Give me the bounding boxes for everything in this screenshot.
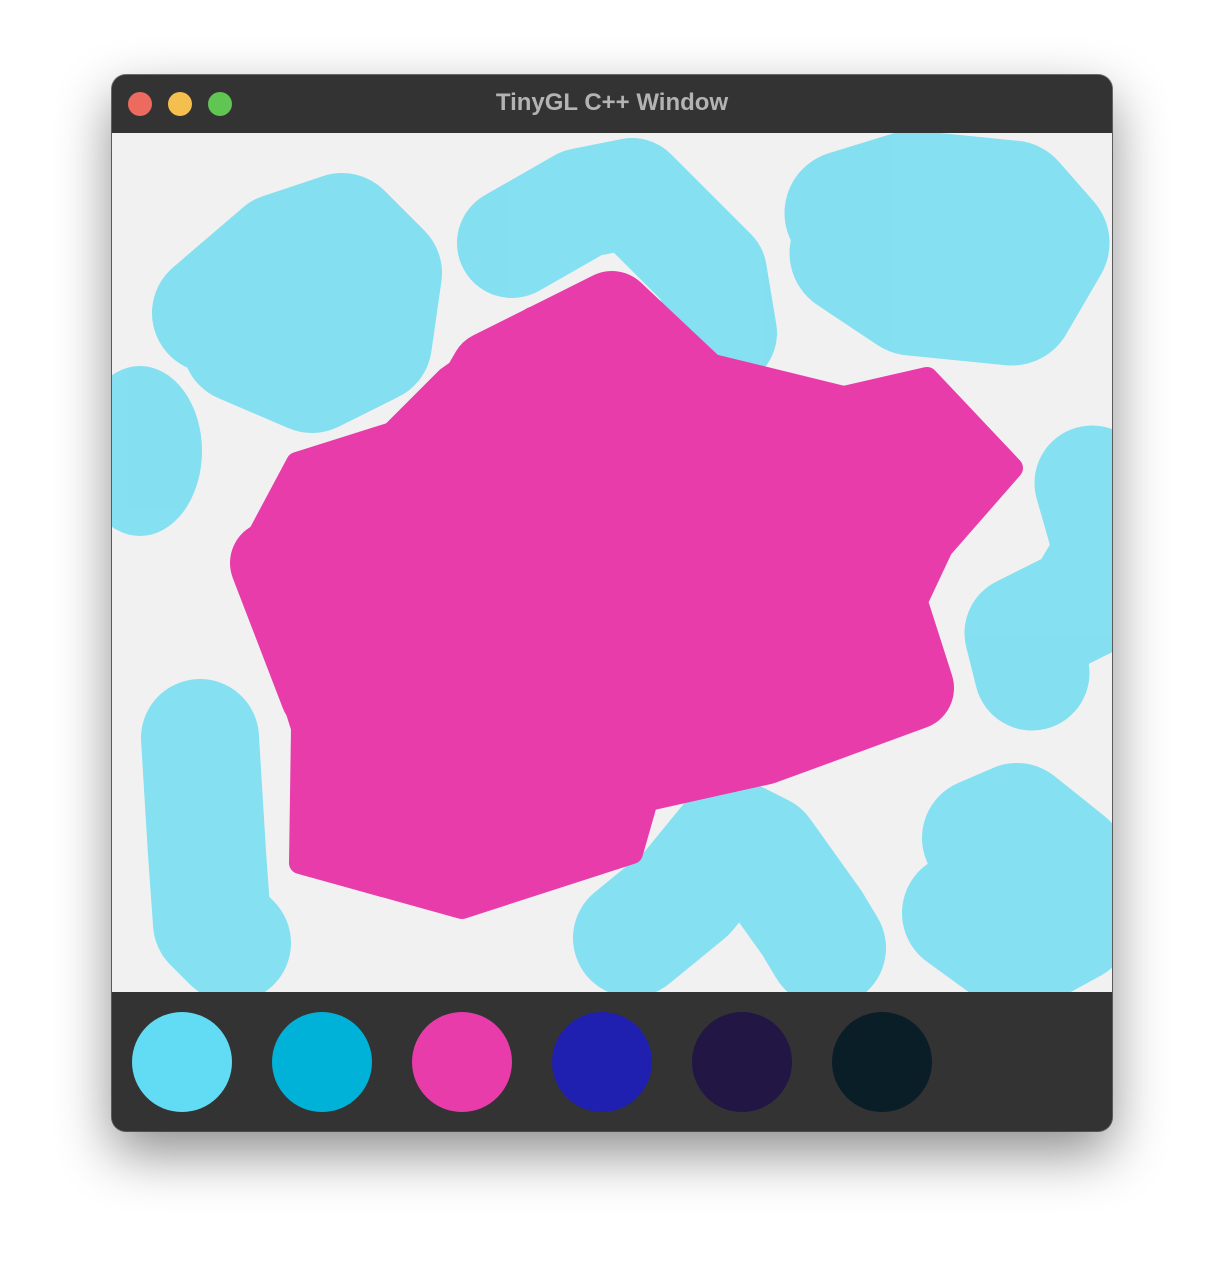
swatch-dark-purple[interactable] xyxy=(692,1012,792,1112)
cyan-stroke-bottom-middle xyxy=(573,779,886,992)
window-title: TinyGL C++ Window xyxy=(495,89,729,116)
cyan-stroke-bottom-right xyxy=(902,763,1112,992)
cyan-blob-top-left xyxy=(187,203,437,393)
title-bar[interactable]: TinyGL C++ Window xyxy=(112,75,1112,132)
color-palette xyxy=(112,992,1112,1131)
cyan-stroke-top-right xyxy=(784,133,1110,366)
cyan-stroke-bottom-left xyxy=(141,679,291,992)
canvas-drawing xyxy=(112,133,1112,992)
swatch-magenta[interactable] xyxy=(412,1012,512,1112)
swatch-light-cyan[interactable] xyxy=(132,1012,232,1112)
app-window: TinyGL C++ Window xyxy=(112,75,1112,1131)
swatch-royal-blue[interactable] xyxy=(552,1012,652,1112)
cyan-stroke-right-edge xyxy=(964,425,1112,731)
swatch-cyan[interactable] xyxy=(272,1012,372,1112)
cyan-blob-left-edge xyxy=(112,366,202,536)
drawing-canvas[interactable] xyxy=(112,133,1112,992)
swatch-near-black-navy[interactable] xyxy=(832,1012,932,1112)
